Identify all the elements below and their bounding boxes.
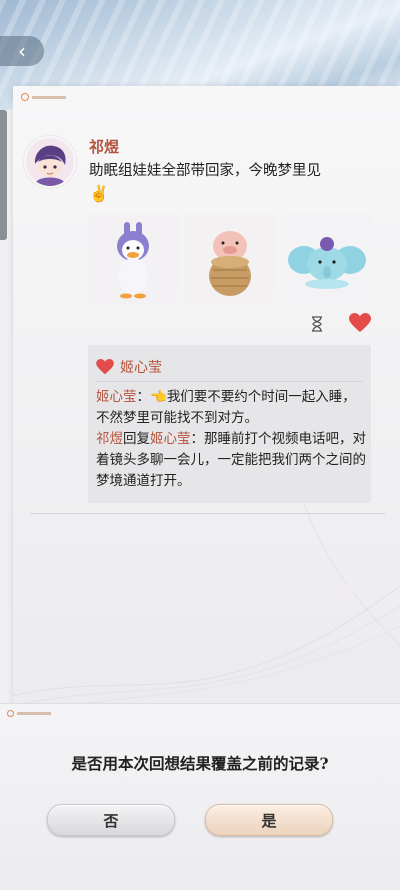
comment-item[interactable]: 姬心莹：👈我们要不要约个时间一起入睡，不然梦里可能找不到对方。 (96, 387, 366, 429)
victory-hand-emoji: ✌️ (89, 184, 109, 203)
moment-card: 祁煜 助眠组娃娃全部带回家，今晚梦里见 ✌️ 姬心莹 姬心莹：👈我们要不要约个时… (13, 86, 400, 726)
decorative-swirl (13, 466, 400, 717)
brand-logo (7, 710, 51, 717)
reply-target[interactable]: 姬心莹 (150, 431, 191, 447)
post-photo-elephant[interactable] (282, 214, 372, 304)
like-heart-icon[interactable] (349, 313, 371, 333)
back-button[interactable]: ‹ (0, 36, 44, 66)
post-author[interactable]: 祁煜 (89, 136, 119, 157)
comment-item[interactable]: 祁煜回复姬心莹：那睡前打个视频电话吧，对着镜头多聊一会儿，一定能把我们两个之间的… (96, 429, 366, 492)
no-button[interactable]: 否 (47, 804, 175, 836)
hourglass-icon[interactable] (309, 316, 325, 332)
comments-section: 姬心莹 姬心莹：👈我们要不要约个时间一起入睡，不然梦里可能找不到对方。 祁煜回复… (88, 345, 371, 503)
liker-name[interactable]: 姬心莹 (120, 357, 162, 377)
pointing-hand-emoji: 👈 (150, 389, 167, 405)
post-photo-peanut[interactable] (185, 214, 275, 304)
heart-icon (96, 359, 114, 375)
overwrite-confirm-dialog: 是否用本次回想结果覆盖之前的记录? 否 是 (0, 703, 400, 890)
side-scroll-indicator (0, 110, 7, 240)
brand-logo (21, 90, 66, 104)
likes-row: 姬心莹 (96, 357, 162, 377)
chevron-left-icon: ‹ (18, 39, 26, 63)
divider (96, 381, 363, 382)
divider (30, 513, 385, 514)
author-avatar[interactable] (24, 136, 76, 188)
post-photo-duck[interactable] (88, 214, 178, 304)
dialog-question: 是否用本次回想结果覆盖之前的记录? (71, 754, 329, 773)
post-text: 助眠组娃娃全部带回家，今晚梦里见 (89, 163, 321, 179)
comment-author[interactable]: 姬心莹 (96, 389, 137, 405)
yes-button[interactable]: 是 (205, 804, 333, 836)
comment-author[interactable]: 祁煜 (96, 431, 123, 447)
